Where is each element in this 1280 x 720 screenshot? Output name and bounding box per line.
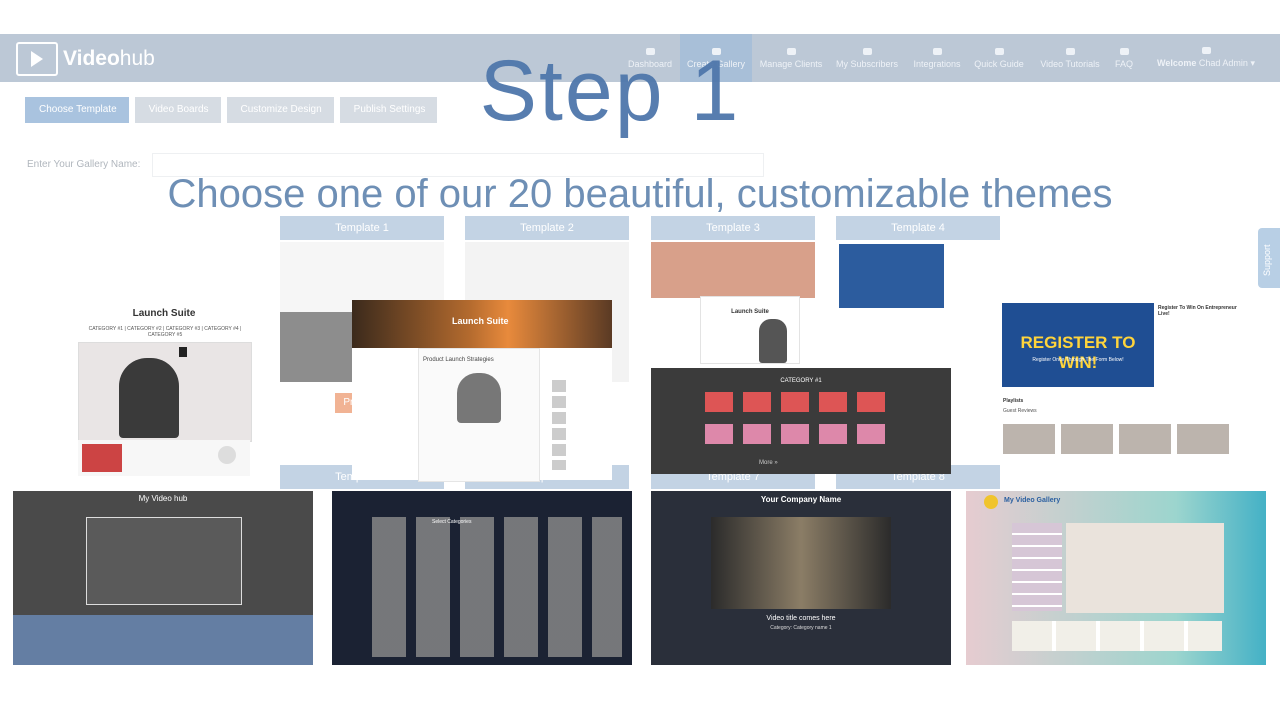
preview-video-list — [78, 440, 250, 476]
nav-my-subscribers[interactable]: My Subscribers — [834, 34, 900, 82]
preview-guest-thumbs — [1003, 424, 1233, 454]
nav-manage-clients[interactable]: Manage Clients — [758, 34, 824, 82]
nav-quick-guide[interactable]: Quick Guide — [972, 34, 1026, 82]
folder-icon — [932, 47, 942, 55]
preview-logo: Launch Suite — [452, 316, 509, 326]
users-icon — [786, 47, 796, 55]
preview-template-7: Your Company Name Video title comes here… — [651, 491, 951, 665]
nav-label: Manage Clients — [759, 58, 823, 69]
nav-label: Quick Guide — [974, 58, 1024, 69]
preview-my-video-hub: My Video hub — [13, 491, 313, 665]
preview-categories: CATEGORY #1 | CATEGORY #2 | CATEGORY #3 … — [88, 326, 242, 338]
template-1-label[interactable]: Template 1 — [280, 216, 444, 240]
template-3-thumb[interactable] — [651, 242, 815, 298]
gallery-name-label: Enter Your Gallery Name: — [27, 159, 141, 170]
preview-logo: Launch Suite — [132, 308, 196, 319]
preview-product-launch: Launch Suite Product Launch Strategies — [352, 300, 612, 482]
template-4-thumb[interactable] — [839, 244, 944, 308]
play-icon — [218, 446, 236, 464]
preview-my-video-gallery: My Video Gallery — [966, 491, 1266, 665]
nav-integrations[interactable]: Integrations — [912, 34, 962, 82]
preview-launch-suite: Launch Suite CATEGORY #1 | CATEGORY #2 |… — [76, 300, 252, 476]
step-video-boards[interactable]: Video Boards — [134, 97, 221, 123]
preview-hero-image — [78, 342, 252, 442]
preview-guest-reviews: Guest Reviews — [1003, 408, 1037, 414]
preview-template-3: Launch Suite — [700, 296, 800, 364]
support-tab[interactable]: Support — [1258, 228, 1280, 288]
preview-register-banner: REGISTER TO WIN! Register Once Through T… — [1002, 303, 1154, 387]
logo-play-icon — [16, 42, 58, 76]
step-publish-settings[interactable]: Publish Settings — [339, 97, 438, 123]
step-heading: Step 1 — [479, 43, 741, 139]
preview-register-heading: Register To Win On Entrepreneur Live! — [1158, 305, 1237, 317]
question-icon — [1119, 47, 1129, 55]
step-subtitle: Choose one of our 20 beautiful, customiz… — [167, 172, 1113, 216]
nav-faq[interactable]: FAQ — [1110, 34, 1138, 82]
nav-label: FAQ — [1114, 58, 1133, 69]
chart-icon — [994, 47, 1004, 55]
step-choose-template[interactable]: Choose Template — [25, 97, 129, 123]
preview-template-6: Select Categories — [332, 491, 632, 665]
step-customize-design[interactable]: Customize Design — [226, 97, 334, 123]
template-4-label[interactable]: Template 4 — [836, 216, 1000, 240]
nav-label: My Subscribers — [835, 58, 898, 69]
video-camera-icon — [1065, 47, 1075, 55]
wizard-steps: Choose Template Video Boards Customize D… — [25, 97, 443, 123]
list-icon — [862, 47, 872, 55]
template-3-label[interactable]: Template 3 — [651, 216, 815, 240]
user-label: Welcome Chad Admin ▾ — [1157, 58, 1255, 68]
template-2-label[interactable]: Template 2 — [465, 216, 629, 240]
user-icon — [1201, 47, 1211, 54]
smiley-icon — [984, 495, 998, 509]
logo-text: Videohub — [63, 47, 155, 70]
preview-playlists: Playlists — [1003, 398, 1024, 404]
user-menu[interactable]: Welcome Chad Admin ▾ — [1150, 34, 1262, 82]
support-label: Support — [1262, 244, 1272, 276]
nav-video-tutorials[interactable]: Video Tutorials — [1038, 34, 1102, 82]
preview-heading: Product Launch Strategies — [423, 357, 494, 363]
nav-label: Integrations — [913, 58, 961, 69]
app-logo[interactable]: Videohub — [16, 42, 155, 76]
preview-category-grid: CATEGORY #1 More » — [651, 368, 951, 474]
nav-label: Video Tutorials — [1040, 58, 1100, 69]
